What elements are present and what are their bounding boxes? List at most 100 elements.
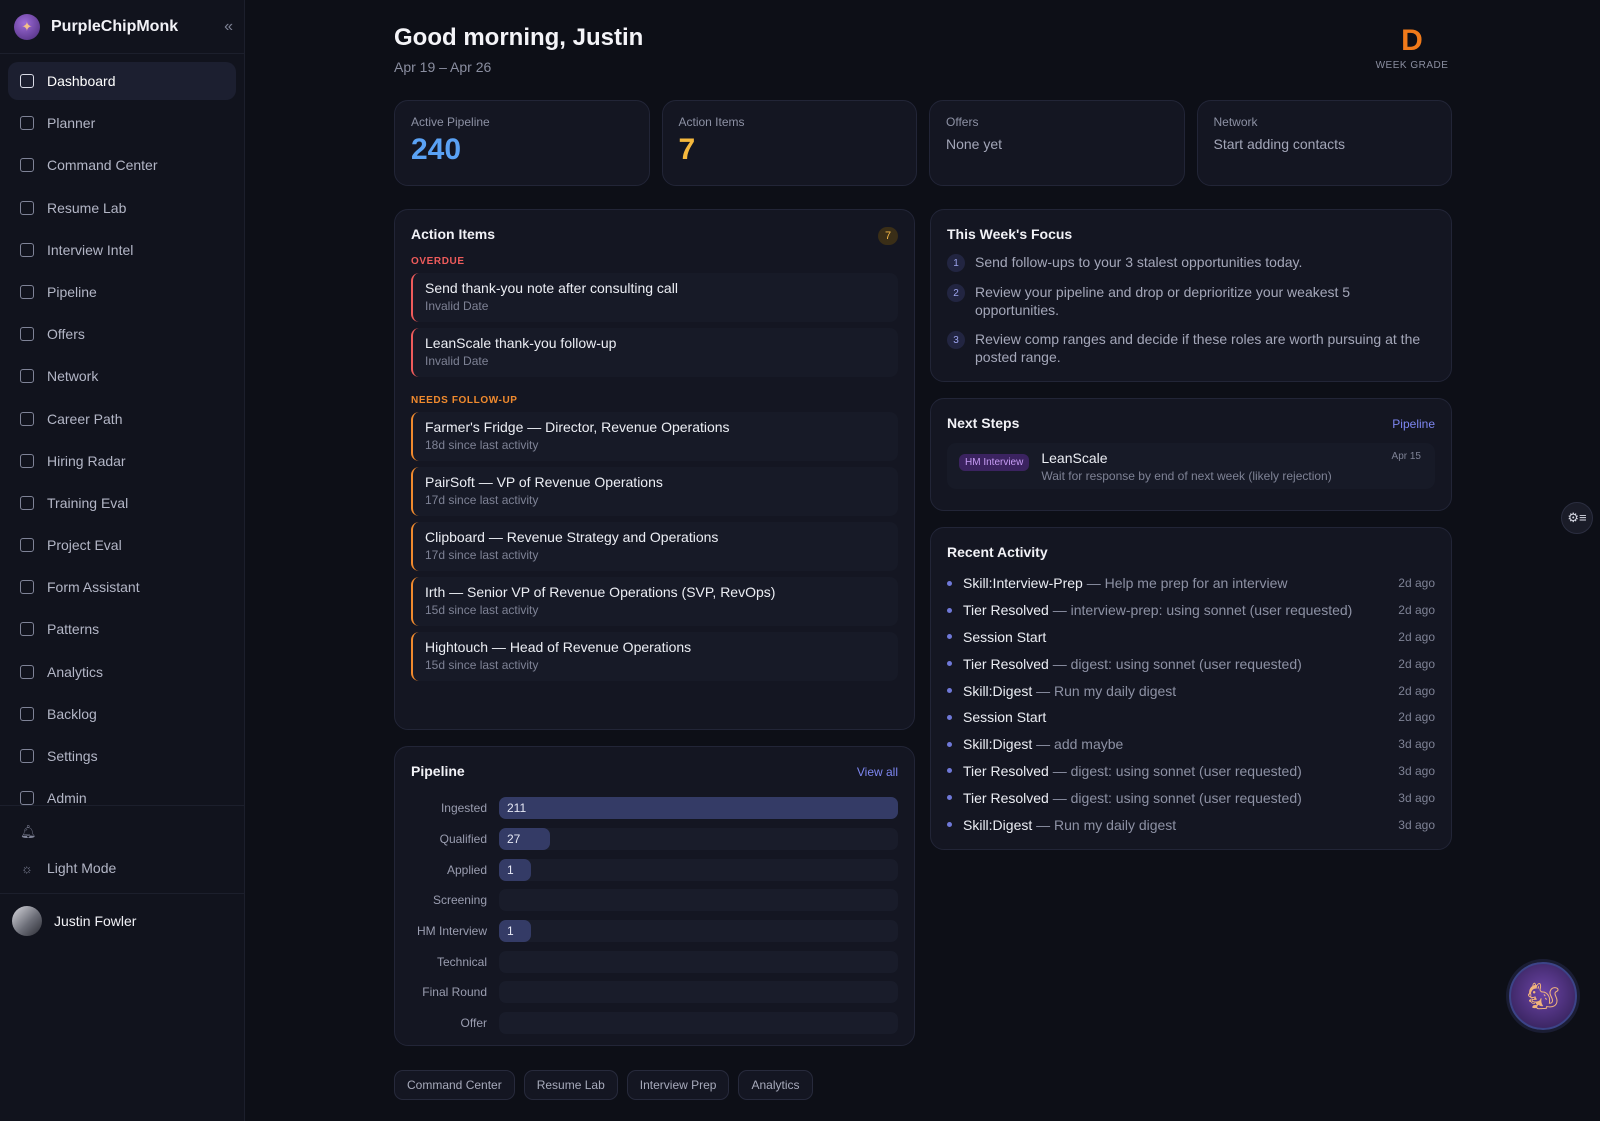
activity-event: Skill:Digest bbox=[963, 816, 1033, 833]
action-item[interactable]: Hightouch — Head of Revenue Operations 15… bbox=[411, 632, 898, 681]
sidebar-item-command-center[interactable]: Command Center bbox=[8, 146, 236, 184]
activity-detail: — digest: using sonnet (user requested) bbox=[1048, 655, 1302, 672]
sidebar-item-analytics[interactable]: Analytics bbox=[8, 653, 236, 691]
kpi-value: None yet bbox=[946, 136, 1003, 152]
user-name: Justin Fowler bbox=[54, 913, 137, 929]
pipeline-bar-track: 211 bbox=[499, 797, 898, 820]
user-profile[interactable]: Justin Fowler bbox=[0, 894, 244, 948]
sidebar: ✦ PurpleChipMonk « Dashboard Planner Comma… bbox=[0, 0, 245, 1121]
focus-text: Review comp ranges and decide if these r… bbox=[975, 331, 1421, 365]
activity-item: Skill:Digest — add maybe 3d ago bbox=[947, 731, 1435, 758]
activity-time: 3d ago bbox=[1398, 790, 1435, 805]
action-item[interactable]: Farmer's Fridge — Director, Revenue Oper… bbox=[411, 412, 898, 461]
sidebar-item-planner[interactable]: Planner bbox=[8, 104, 236, 142]
action-item-subtitle: 15d since last activity bbox=[425, 658, 539, 672]
sidebar-item-pipeline[interactable]: Pipeline bbox=[8, 273, 236, 311]
next-steps-pipeline-link[interactable]: Pipeline bbox=[1392, 417, 1435, 431]
action-item[interactable]: Clipboard — Revenue Strategy and Operati… bbox=[411, 522, 898, 571]
sidebar-item-offers[interactable]: Offers bbox=[8, 315, 236, 353]
kpi-network[interactable]: Network Start adding contacts bbox=[1196, 100, 1452, 186]
next-step-company: LeanScale bbox=[1041, 450, 1108, 466]
kpi-action-items[interactable]: Action Items 7 bbox=[661, 100, 917, 186]
sidebar-item-label: Project Eval bbox=[47, 537, 122, 554]
action-item-subtitle: 15d since last activity bbox=[425, 603, 539, 617]
action-item[interactable]: Send thank-you note after consulting cal… bbox=[411, 273, 898, 322]
sidebar-item-dashboard[interactable]: Dashboard bbox=[8, 62, 236, 100]
activity-text: Skill:Digest — add maybe bbox=[963, 736, 1398, 752]
kpi-active-pipeline[interactable]: Active Pipeline 240 bbox=[394, 100, 650, 186]
action-items-card: Action Items 7 OVERDUE Send thank-you no… bbox=[394, 209, 915, 730]
sidebar-item-patterns[interactable]: Patterns bbox=[8, 610, 236, 648]
activity-time: 2d ago bbox=[1398, 656, 1435, 671]
activity-text: Tier Resolved — interview-prep: using so… bbox=[963, 602, 1398, 618]
toggle-panel-button[interactable]: ⚙︎≡ bbox=[1561, 502, 1593, 534]
sidebar-item-resume-lab[interactable]: Resume Lab bbox=[8, 189, 236, 227]
bullet-icon bbox=[947, 822, 952, 828]
pipeline-row[interactable]: HM Interview 1 bbox=[411, 916, 898, 947]
sidebar-item-career-path[interactable]: Career Path bbox=[8, 400, 236, 438]
pipeline-bar-track bbox=[499, 889, 898, 912]
sidebar-item-form-assistant[interactable]: Form Assistant bbox=[8, 568, 236, 606]
quick-link-button[interactable]: Analytics bbox=[738, 1070, 813, 1100]
pipeline-row[interactable]: Qualified 27 bbox=[411, 824, 898, 855]
quick-link-button[interactable]: Command Center bbox=[394, 1070, 515, 1100]
pipeline-row[interactable]: Technical bbox=[411, 946, 898, 977]
pipeline-row[interactable]: Offer bbox=[411, 1008, 898, 1039]
week-grade: D WEEK GRADE bbox=[1372, 24, 1452, 71]
pipeline-row[interactable]: Ingested 211 bbox=[411, 793, 898, 824]
action-item-title: Hightouch — Head of Revenue Operations bbox=[425, 639, 692, 655]
focus-item: 2 Review your pipeline and drop or deprio… bbox=[947, 283, 1435, 319]
next-step-item[interactable]: HM Interview LeanScale Wait for response… bbox=[947, 443, 1435, 489]
settings-icon bbox=[20, 749, 34, 763]
action-item[interactable]: Irth — Senior VP of Revenue Operations (… bbox=[411, 577, 898, 626]
sidebar-item-label: Training Eval bbox=[47, 494, 129, 511]
pipeline-row[interactable]: Applied 1 bbox=[411, 854, 898, 885]
action-item[interactable]: PairSoft — VP of Revenue Operations 17d s… bbox=[411, 467, 898, 516]
bullet-icon bbox=[947, 768, 952, 774]
pipeline-view-all-link[interactable]: View all bbox=[857, 765, 898, 779]
sidebar-item-training-eval[interactable]: Training Eval bbox=[8, 484, 236, 522]
kpi-value: 240 bbox=[411, 133, 462, 166]
pipeline-card: Pipeline View all Ingested 211 Qualified 27… bbox=[394, 746, 915, 1046]
kpi-offers[interactable]: Offers None yet bbox=[929, 100, 1185, 186]
pipeline-bar: 27 bbox=[499, 828, 551, 851]
pipeline-row[interactable]: Screening bbox=[411, 885, 898, 916]
sidebar-item-settings[interactable]: Settings bbox=[8, 737, 236, 775]
overdue-list: Send thank-you note after consulting cal… bbox=[411, 273, 898, 377]
activity-detail: — digest: using sonnet (user requested) bbox=[1048, 762, 1302, 779]
action-item[interactable]: LeanScale thank-you follow-up Invalid Dat… bbox=[411, 328, 898, 377]
sidebar-item-admin[interactable]: Admin bbox=[8, 779, 236, 805]
collapse-sidebar-icon[interactable]: « bbox=[224, 18, 233, 36]
sidebar-item-interview-intel[interactable]: Interview Intel bbox=[8, 231, 236, 269]
action-item-title: LeanScale thank-you follow-up bbox=[425, 335, 617, 351]
assistant-mascot-button[interactable]: 🐿︎ bbox=[1509, 962, 1577, 1030]
pipeline-stage-label: HM Interview bbox=[416, 924, 487, 939]
activity-event: Skill:Digest bbox=[963, 682, 1033, 699]
pipeline-row[interactable]: Final Round bbox=[411, 977, 898, 1008]
pipeline-stage-label: Offer bbox=[460, 1016, 487, 1031]
activity-text: Tier Resolved — digest: using sonnet (us… bbox=[963, 763, 1398, 779]
activity-item: Tier Resolved — interview-prep: using so… bbox=[947, 597, 1435, 624]
network-icon bbox=[20, 369, 34, 384]
quick-link-button[interactable]: Interview Prep bbox=[626, 1070, 730, 1100]
sidebar-item-label: Analytics bbox=[47, 663, 104, 680]
bell-icon: 🔔︎ bbox=[20, 824, 37, 839]
sidebar-item-backlog[interactable]: Backlog bbox=[8, 695, 236, 733]
quick-link-button[interactable]: Resume Lab bbox=[523, 1070, 618, 1100]
sidebar-item-hiring-radar[interactable]: Hiring Radar bbox=[8, 442, 236, 480]
sidebar-item-project-eval[interactable]: Project Eval bbox=[8, 526, 236, 564]
stage-badge: HM Interview bbox=[959, 454, 1030, 471]
notifications-button[interactable]: 🔔︎ bbox=[8, 814, 236, 850]
overdue-section-label: OVERDUE bbox=[411, 256, 465, 267]
chipmunk-logo-icon: ✦ bbox=[14, 13, 40, 40]
sidebar-item-label: Dashboard bbox=[47, 73, 116, 89]
list-settings-icon: ⚙︎≡ bbox=[1567, 510, 1587, 525]
week-grade-letter: D bbox=[1401, 24, 1423, 57]
sidebar-item-label: Planner bbox=[47, 115, 96, 132]
activity-event: Session Start bbox=[963, 709, 1047, 726]
project-eval-icon bbox=[20, 538, 34, 553]
bullet-icon bbox=[947, 741, 952, 747]
sidebar-item-network[interactable]: Network bbox=[8, 357, 236, 395]
activity-detail: — Run my daily digest bbox=[1032, 682, 1177, 699]
theme-toggle[interactable]: ☼ Light Mode bbox=[8, 850, 236, 886]
